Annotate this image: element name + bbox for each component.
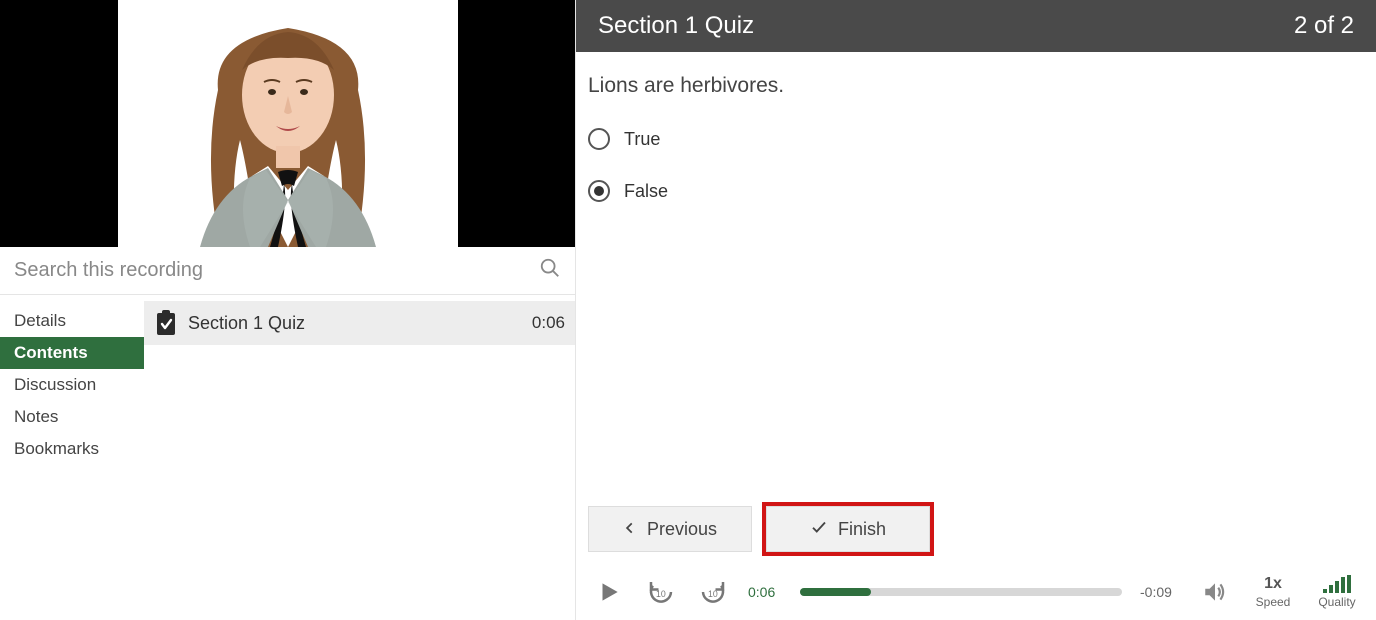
finish-label: Finish	[838, 519, 886, 540]
quiz-icon	[154, 309, 178, 337]
speed-value: 1x	[1264, 575, 1282, 593]
tab-details[interactable]: Details	[0, 305, 144, 337]
quality-control[interactable]: Quality	[1314, 575, 1360, 609]
contents-item-title: Section 1 Quiz	[188, 313, 522, 334]
search-input[interactable]	[14, 259, 539, 282]
check-icon	[810, 518, 828, 541]
speed-control[interactable]: 1x Speed	[1250, 575, 1296, 609]
tab-discussion[interactable]: Discussion	[0, 369, 144, 401]
tab-contents[interactable]: Contents	[0, 337, 144, 369]
player-bar: 10 10 0:06 -0:09	[576, 564, 1376, 620]
svg-text:10: 10	[656, 589, 666, 599]
radio-icon	[588, 180, 610, 202]
previous-button[interactable]: Previous	[588, 506, 752, 552]
time-remaining: -0:09	[1140, 584, 1180, 600]
progress-bar[interactable]	[800, 588, 1122, 596]
forward-10-button[interactable]: 10	[696, 575, 730, 609]
rewind-10-button[interactable]: 10	[644, 575, 678, 609]
presenter-image	[118, 0, 458, 247]
option-false[interactable]: False	[588, 180, 1348, 202]
video-thumbnail[interactable]	[0, 0, 575, 247]
tab-notes[interactable]: Notes	[0, 401, 144, 433]
search-icon[interactable]	[539, 257, 561, 284]
option-label: True	[624, 129, 660, 150]
finish-button[interactable]: Finish	[766, 506, 930, 552]
speed-label: Speed	[1256, 595, 1291, 609]
radio-icon	[588, 128, 610, 150]
contents-list: Section 1 Quiz 0:06	[144, 295, 575, 620]
progress-fill	[800, 588, 871, 596]
tab-bookmarks[interactable]: Bookmarks	[0, 433, 144, 465]
quiz-question: Lions are herbivores.	[588, 74, 1348, 98]
sidebar-tabs: Details Contents Discussion Notes Bookma…	[0, 295, 144, 620]
quiz-header: Section 1 Quiz 2 of 2	[576, 0, 1376, 52]
play-button[interactable]	[592, 575, 626, 609]
contents-item-time: 0:06	[532, 313, 565, 333]
option-label: False	[624, 181, 668, 202]
contents-item[interactable]: Section 1 Quiz 0:06	[144, 301, 575, 345]
time-current: 0:06	[748, 584, 782, 600]
volume-button[interactable]	[1198, 575, 1232, 609]
chevron-left-icon	[623, 519, 637, 540]
quiz-title: Section 1 Quiz	[598, 12, 754, 40]
option-true[interactable]: True	[588, 128, 1348, 150]
svg-text:10: 10	[708, 589, 718, 599]
previous-label: Previous	[647, 519, 717, 540]
quiz-progress: 2 of 2	[1294, 12, 1354, 40]
quality-label: Quality	[1318, 595, 1355, 609]
signal-bars-icon	[1323, 575, 1351, 593]
